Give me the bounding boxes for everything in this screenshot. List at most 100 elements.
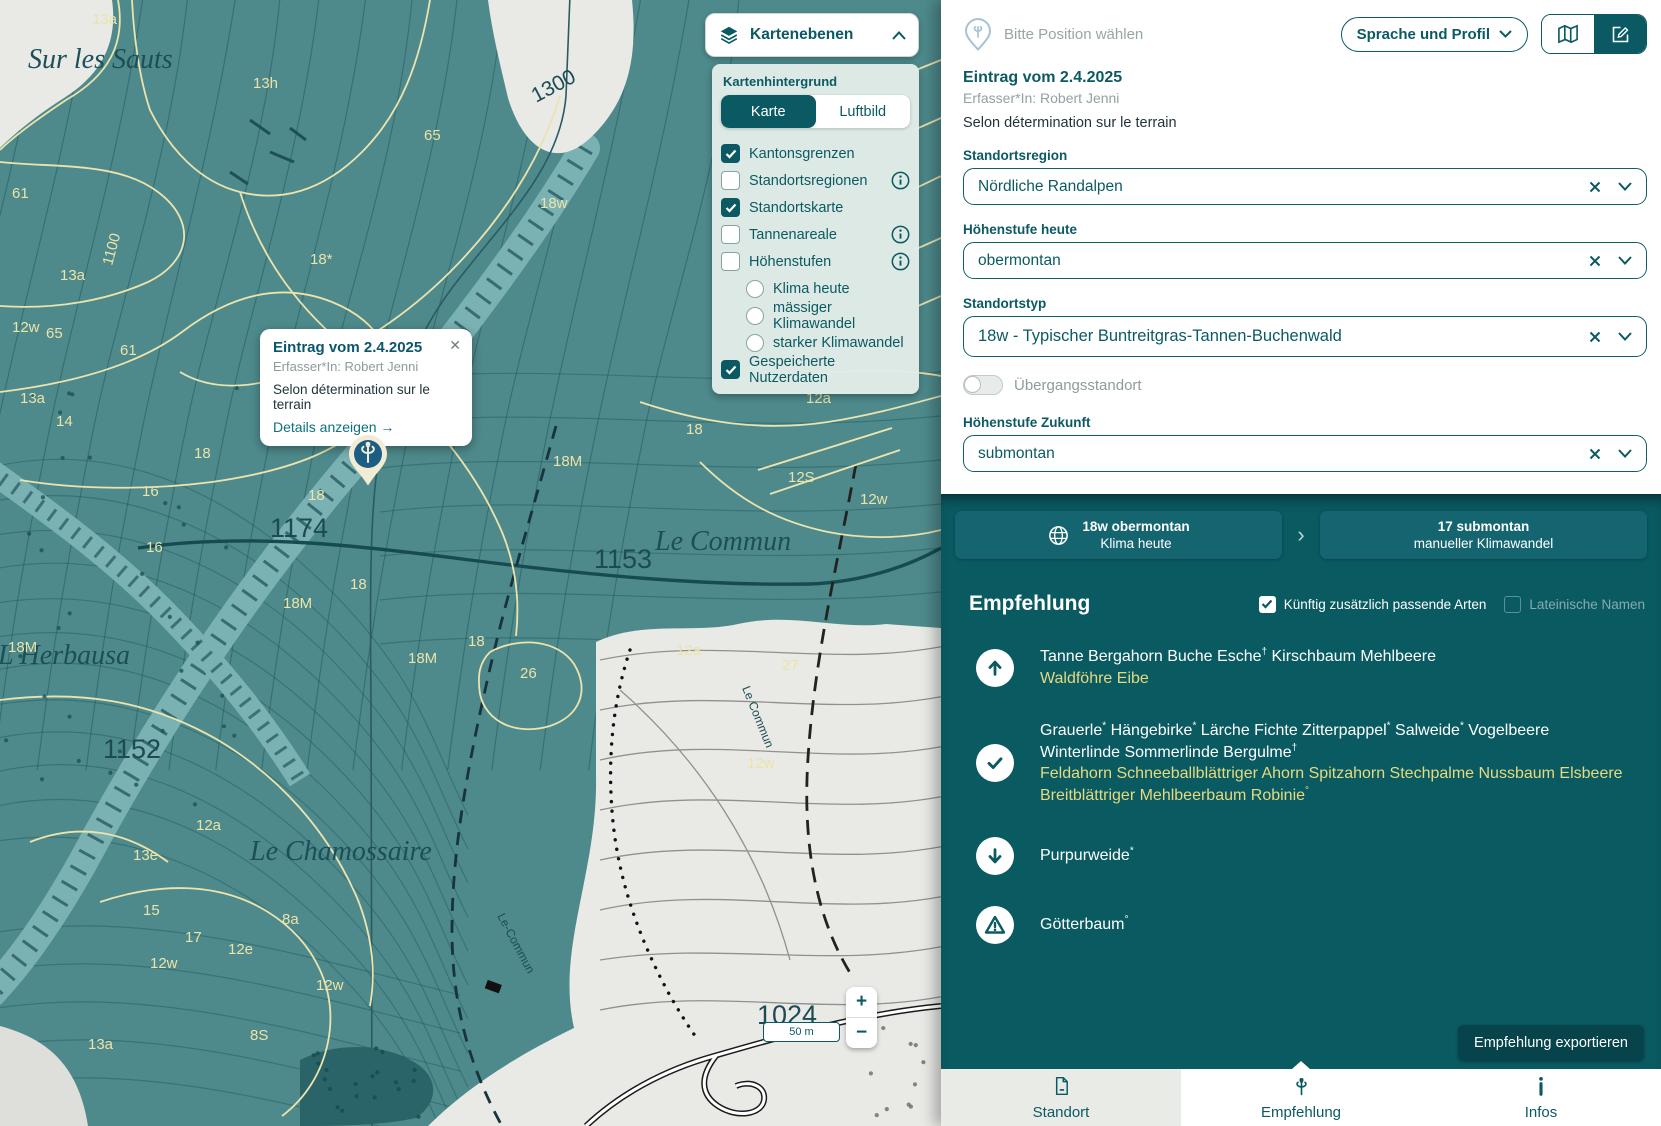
select-standortstyp[interactable]: 18w - Typischer Buntreitgras-Tannen-Buch… xyxy=(963,316,1647,357)
map-label: 13a xyxy=(88,1036,114,1053)
map-label: 16 xyxy=(146,539,163,556)
entry-note: Selon détermination sur le terrain xyxy=(963,115,1647,131)
tree-icon xyxy=(1291,1075,1312,1102)
clear-icon[interactable] xyxy=(1589,181,1601,193)
clear-icon[interactable] xyxy=(1589,331,1601,343)
background-option-luftbild[interactable]: Luftbild xyxy=(816,95,911,128)
chevron-down-icon xyxy=(1499,30,1512,38)
checkbox-icon[interactable] xyxy=(721,225,740,244)
tab-infos[interactable]: Infos xyxy=(1421,1069,1661,1126)
checkbox-icon[interactable] xyxy=(721,252,740,271)
climate-radio-klima-heute[interactable]: Klima heute xyxy=(721,275,910,302)
map-label: 18 xyxy=(194,445,211,462)
layer-checkbox-kantonsgrenzen[interactable]: Kantonsgrenzen xyxy=(721,140,910,167)
scenario-future-chip[interactable]: 17 submontan manueller Klimawandel xyxy=(1320,511,1647,559)
position-pin-icon xyxy=(963,17,993,51)
map-label: 18 xyxy=(686,421,703,438)
chevron-right-icon: › xyxy=(1282,524,1320,546)
layer-checkbox-tannenareale[interactable]: Tannenareale xyxy=(721,221,910,248)
layer-checkbox-standortskarte[interactable]: Standortskarte xyxy=(721,194,910,221)
climate-radio-starker-klimawandel[interactable]: starker Klimawandel xyxy=(721,329,910,356)
radio-icon[interactable] xyxy=(746,280,764,298)
recommendation-section: 18w obermontan Klima heute › 17 submonta… xyxy=(941,494,1661,1069)
map-label: 18M xyxy=(553,453,582,470)
scenario-current-chip[interactable]: 18w obermontan Klima heute xyxy=(955,511,1282,559)
background-option-karte[interactable]: Karte xyxy=(721,95,816,128)
map-label: 12w xyxy=(150,955,178,972)
checkbox-icon[interactable] xyxy=(721,198,740,217)
map-scale-bar: 50 m xyxy=(763,1022,840,1042)
radio-icon[interactable] xyxy=(746,334,764,352)
map-label: 13h xyxy=(253,75,278,92)
radio-icon[interactable] xyxy=(746,307,764,325)
info-icon[interactable] xyxy=(891,252,910,271)
export-recommendation-button[interactable]: Empfehlung exportieren xyxy=(1458,1025,1644,1061)
globe-icon xyxy=(1047,524,1070,547)
info-icon[interactable] xyxy=(891,225,910,244)
clear-icon[interactable] xyxy=(1589,448,1601,460)
map-layers-toggle-button[interactable]: Kartenebenen xyxy=(705,13,919,57)
map-label: 61 xyxy=(12,185,29,202)
map-label: 13a xyxy=(92,11,118,28)
layer-checkbox-h-henstufen[interactable]: Höhenstufen xyxy=(721,248,910,275)
transition-site-toggle-row: Übergangsstandort xyxy=(963,375,1647,395)
saved-data-row-wrap: Gespeicherte Nutzerdaten xyxy=(721,356,910,383)
map-label: 12a xyxy=(196,817,222,834)
map-label: 18* xyxy=(310,251,333,268)
info-icon[interactable] xyxy=(891,171,910,190)
checkbox-icon[interactable] xyxy=(721,144,740,163)
map-label: 1174 xyxy=(270,513,328,543)
map-label: 17 xyxy=(185,929,202,946)
tab-label: Empfehlung xyxy=(1261,1104,1341,1121)
check-icon xyxy=(725,149,737,159)
map-label: 13a xyxy=(60,267,86,284)
layer-checkbox-gespeicherte-nutzerdaten[interactable]: Gespeicherte Nutzerdaten xyxy=(721,356,910,383)
scenario-row: 18w obermontan Klima heute › 17 submonta… xyxy=(955,511,1647,559)
chevron-down-icon[interactable] xyxy=(1618,182,1632,191)
select-standortsregion[interactable]: Nördliche Randalpen xyxy=(963,168,1647,205)
chevron-down-icon[interactable] xyxy=(1618,256,1632,265)
zoom-out-button[interactable]: − xyxy=(846,1017,877,1048)
popup-details-link[interactable]: Details anzeigen → xyxy=(273,419,459,435)
treeapp-window: Sur les SautsL'HerbausaLe CommunLe Chamo… xyxy=(0,0,1661,1126)
species-row: Purpurweide* xyxy=(976,837,1647,875)
map-label: 18M xyxy=(408,650,437,667)
future-species-checkbox[interactable]: Künftig zusätzlich passende Arten xyxy=(1259,596,1487,613)
clear-icon[interactable] xyxy=(1589,255,1601,267)
select-hoehenstufe-heute[interactable]: obermontan xyxy=(963,242,1647,279)
layer-checkbox-standortsregionen[interactable]: Standortsregionen xyxy=(721,167,910,194)
map-edit-toggle xyxy=(1541,14,1647,54)
transition-site-toggle[interactable] xyxy=(963,375,1003,395)
row-label: Standortskarte xyxy=(749,200,910,216)
map-label: 61 xyxy=(120,342,137,359)
map-label: 14 xyxy=(56,413,73,430)
map-label: 65 xyxy=(424,127,441,144)
detail-panel: Bitte Position wählen Sprache und Profil xyxy=(941,0,1661,1126)
map-canvas[interactable]: Sur les SautsL'HerbausaLe CommunLe Chamo… xyxy=(0,0,941,1126)
active-tab-notch xyxy=(1292,1061,1310,1069)
language-profile-button[interactable]: Sprache und Profil xyxy=(1341,17,1528,52)
climate-radio-m-ssiger-klimawandel[interactable]: mässiger Klimawandel xyxy=(721,302,910,329)
close-icon[interactable]: ✕ xyxy=(449,338,461,352)
edit-icon xyxy=(1610,24,1631,45)
map-label: 18 xyxy=(468,633,485,650)
tree-location-marker[interactable] xyxy=(348,434,388,486)
chevron-down-icon[interactable] xyxy=(1618,449,1632,458)
row-label: mässiger Klimawandel xyxy=(773,300,910,332)
map-background-label: Kartenhintergrund xyxy=(723,74,910,89)
latin-names-checkbox[interactable]: Lateinische Namen xyxy=(1504,596,1645,613)
map-label: 1153 xyxy=(594,544,652,574)
zoom-in-button[interactable]: + xyxy=(846,987,877,1017)
map-icon xyxy=(1557,24,1579,44)
select-hoehenstufe-zukunft[interactable]: submontan xyxy=(963,435,1647,472)
tab-empfehlung[interactable]: Empfehlung xyxy=(1181,1069,1421,1126)
field-label-hoehenstufe-heute: Höhenstufe heute xyxy=(963,222,1647,237)
chevron-down-icon[interactable] xyxy=(1618,332,1632,341)
checkbox-icon[interactable] xyxy=(721,171,740,190)
edit-view-button[interactable] xyxy=(1594,15,1646,53)
species-lines: Götterbaum° xyxy=(1040,914,1128,936)
map-label: 12w xyxy=(747,755,775,772)
map-view-button[interactable] xyxy=(1542,15,1594,53)
tab-standort[interactable]: Standort xyxy=(941,1069,1181,1126)
checkbox-icon[interactable] xyxy=(721,360,740,379)
